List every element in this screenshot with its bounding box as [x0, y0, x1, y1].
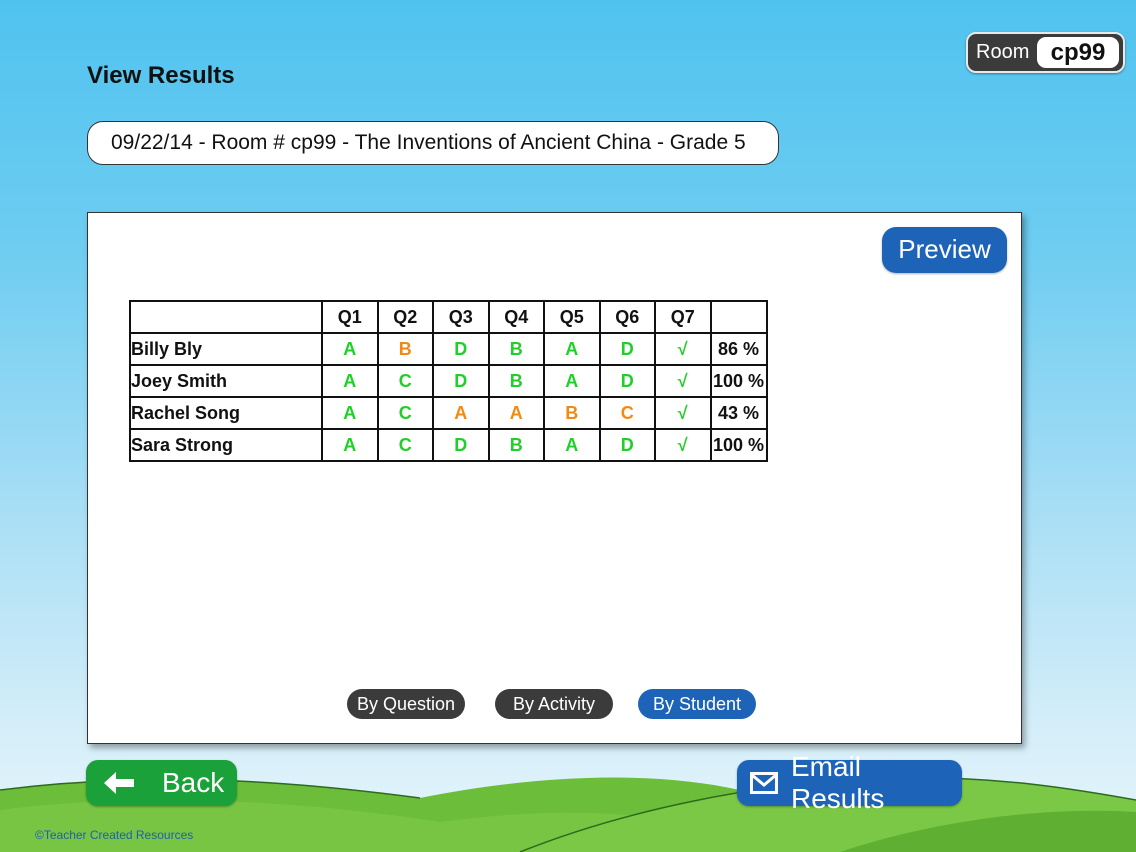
score-cell: 43 %	[709, 396, 768, 430]
answer-cell: A	[543, 364, 601, 398]
score-cell: 100 %	[709, 364, 768, 398]
answer-cell: C	[376, 428, 434, 462]
answer-cell: √	[654, 364, 712, 398]
answer-cell: √	[654, 396, 712, 430]
answer-cell: B	[487, 332, 545, 366]
answer-cell: D	[598, 428, 656, 462]
tab-by-question[interactable]: By Question	[347, 689, 465, 719]
answer-cell: B	[376, 332, 434, 366]
answer-cell: A	[321, 332, 379, 366]
room-code: cp99	[1037, 37, 1119, 68]
answer-cell: A	[487, 396, 545, 430]
student-name: Rachel Song	[129, 396, 323, 430]
column-header: Q2	[376, 300, 434, 334]
column-header: Q6	[598, 300, 656, 334]
answer-cell: A	[321, 396, 379, 430]
arrow-left-icon	[104, 772, 134, 794]
answer-cell: B	[487, 364, 545, 398]
score-cell: 100 %	[709, 428, 768, 462]
answer-cell: A	[432, 396, 490, 430]
room-label: Room	[976, 41, 1030, 63]
room-indicator: Room cp99	[966, 32, 1125, 73]
email-results-label: Email Results	[790, 751, 885, 814]
answer-cell: D	[598, 332, 656, 366]
table-corner-cell	[129, 300, 323, 334]
answer-cell: D	[598, 364, 656, 398]
back-button[interactable]: Back	[86, 760, 237, 806]
answer-cell: A	[321, 364, 379, 398]
table-row: Sara Strong A C D B A D √ 100 %	[129, 428, 768, 462]
column-header: Q1	[321, 300, 379, 334]
copyright-text: ©Teacher Created Resources	[35, 828, 194, 842]
answer-cell: √	[654, 332, 712, 366]
answer-cell: B	[543, 396, 601, 430]
table-row: Billy Bly A B D B A D √ 86 %	[129, 332, 768, 366]
table-header-row: Q1 Q2 Q3 Q4 Q5 Q6 Q7	[129, 300, 768, 334]
score-cell: 86 %	[709, 332, 768, 366]
student-name: Sara Strong	[129, 428, 323, 462]
page-title: View Results	[87, 62, 235, 89]
answer-cell: B	[487, 428, 545, 462]
column-header: Q5	[543, 300, 601, 334]
session-selector[interactable]: 09/22/14 - Room # cp99 - The Inventions …	[87, 121, 779, 165]
envelope-icon	[750, 772, 778, 794]
results-table: Q1 Q2 Q3 Q4 Q5 Q6 Q7 Billy Bly A B D B A D √ 86 …	[129, 300, 768, 462]
table-row: Joey Smith A C D B A D √ 100 %	[129, 364, 768, 398]
answer-cell: √	[654, 428, 712, 462]
column-header: Q7	[654, 300, 712, 334]
answer-cell: D	[432, 364, 490, 398]
answer-cell: C	[376, 396, 434, 430]
back-button-label: Back	[162, 767, 225, 798]
answer-cell: D	[432, 332, 490, 366]
column-header: Q4	[487, 300, 545, 334]
student-name: Joey Smith	[129, 364, 323, 398]
column-header: Q3	[432, 300, 490, 334]
results-panel: Preview Q1 Q2 Q3 Q4 Q5 Q6 Q7 Billy Bly A B…	[87, 212, 1022, 744]
student-name: Billy Bly	[129, 332, 323, 366]
answer-cell: A	[543, 332, 601, 366]
table-row: Rachel Song A C A A B C √ 43 %	[129, 396, 768, 430]
answer-cell: C	[598, 396, 656, 430]
answer-cell: C	[376, 364, 434, 398]
tab-by-activity[interactable]: By Activity	[495, 689, 613, 719]
preview-button[interactable]: Preview	[882, 227, 1007, 273]
score-column-header	[709, 300, 768, 334]
answer-cell: A	[321, 428, 379, 462]
email-results-button[interactable]: Email Results	[737, 751, 962, 814]
tab-by-student[interactable]: By Student	[638, 689, 756, 719]
answer-cell: D	[432, 428, 490, 462]
answer-cell: A	[543, 428, 601, 462]
